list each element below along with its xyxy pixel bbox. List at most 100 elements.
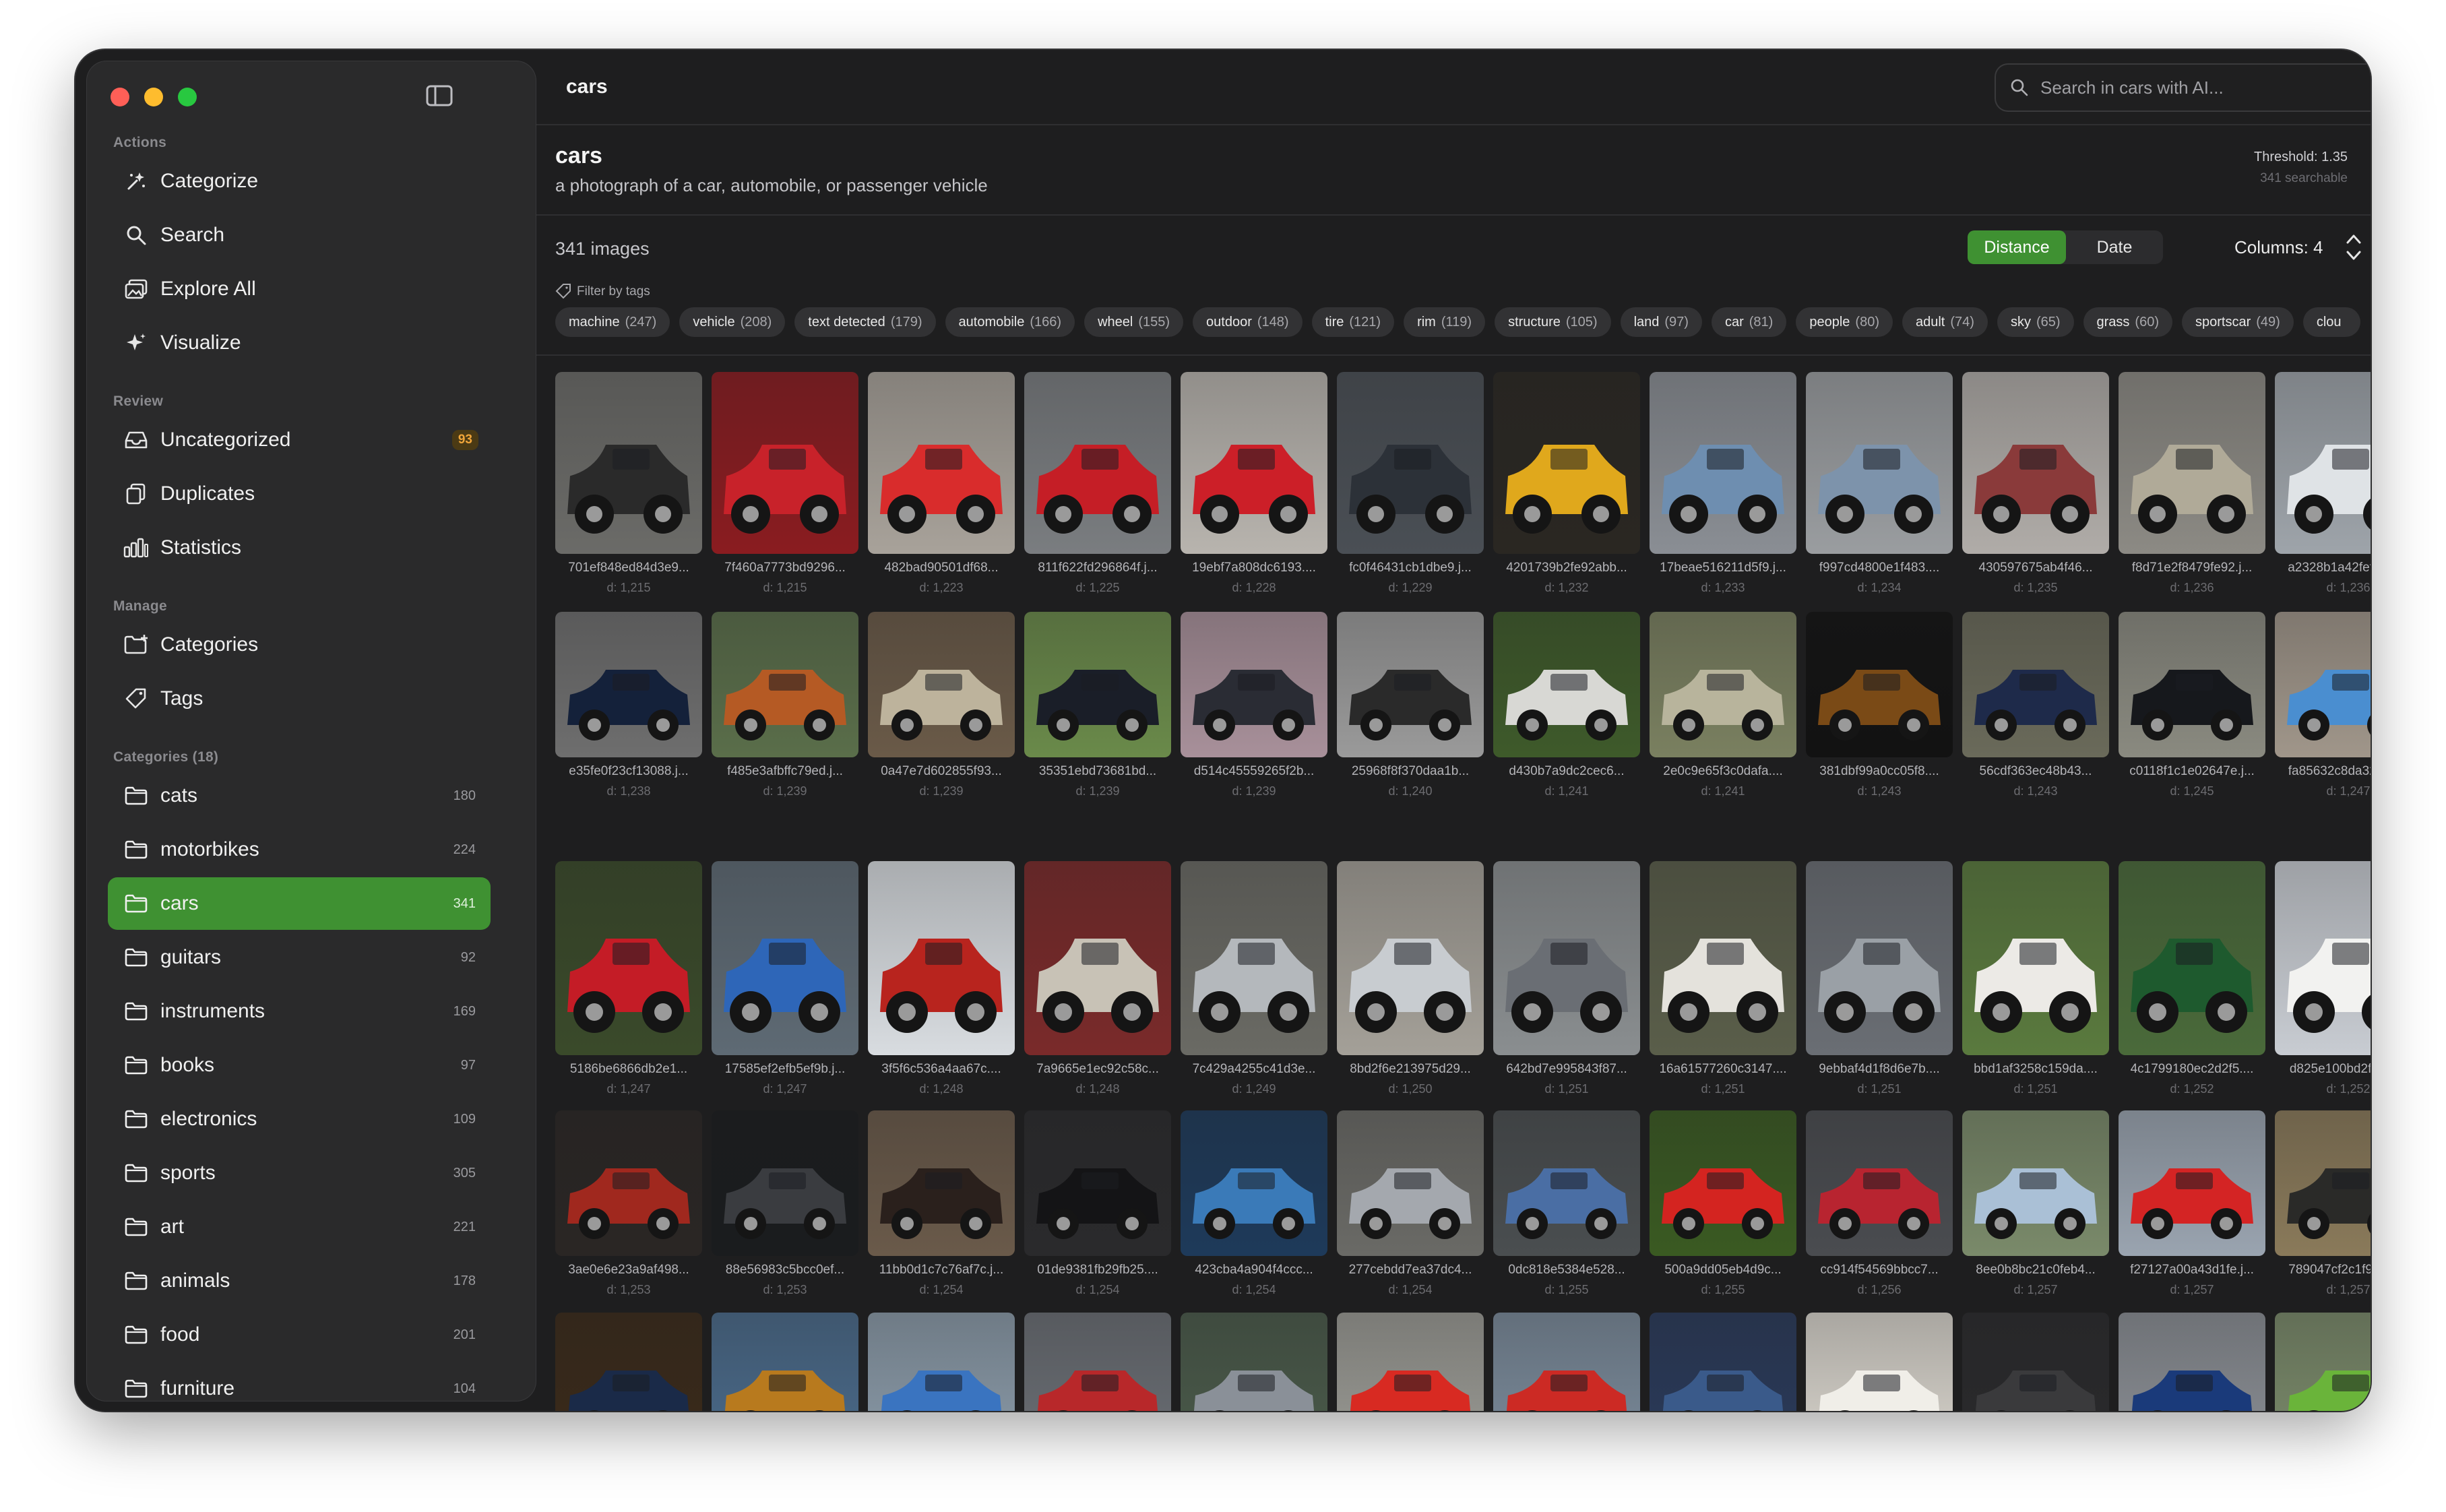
tag-chip[interactable]: people (80) (1796, 307, 1893, 337)
car-thumbnail[interactable] (2275, 861, 2371, 1055)
image-tile[interactable] (1181, 1313, 1327, 1411)
image-tile[interactable] (555, 1313, 702, 1411)
tag-chip[interactable]: sky (65) (1997, 307, 2074, 337)
sidebar-item-category-guitars[interactable]: guitars 92 (108, 931, 491, 984)
sidebar-item-uncategorized[interactable]: Uncategorized 93 (108, 414, 491, 466)
sidebar-item-category-animals[interactable]: animals 178 (108, 1255, 491, 1307)
car-thumbnail[interactable] (712, 372, 858, 554)
tag-chip[interactable]: adult (74) (1902, 307, 1988, 337)
sidebar-item-categories[interactable]: Categories (108, 619, 491, 671)
image-tile[interactable]: bbd1af3258c159da.... d: 1,251 (1962, 861, 2109, 1096)
image-tile[interactable]: 19ebf7a808dc6193.... d: 1,228 (1181, 372, 1327, 595)
car-thumbnail[interactable] (1962, 372, 2109, 554)
car-thumbnail[interactable] (1650, 1110, 1796, 1256)
image-tile[interactable]: 17beae516211d5f9.j... d: 1,233 (1650, 372, 1796, 595)
car-thumbnail[interactable] (1181, 612, 1327, 757)
car-thumbnail[interactable] (1337, 372, 1484, 554)
image-tile[interactable]: a2328b1a42fef6da.... d: 1,236 (2275, 372, 2371, 595)
car-thumbnail[interactable] (1806, 861, 1953, 1055)
image-tile[interactable]: f8d71e2f8479fe92.j... d: 1,236 (2119, 372, 2265, 595)
car-thumbnail[interactable] (712, 612, 858, 757)
car-thumbnail[interactable] (1493, 861, 1640, 1055)
car-thumbnail[interactable] (712, 1110, 858, 1256)
car-thumbnail[interactable] (1337, 612, 1484, 757)
tag-chip[interactable]: tire (121) (1311, 307, 1395, 337)
car-thumbnail[interactable] (1337, 1313, 1484, 1411)
image-tile[interactable]: 9ebbaf4d1f8d6e7b.... d: 1,251 (1806, 861, 1953, 1096)
tag-chip[interactable]: vehicle (208) (679, 307, 786, 337)
image-tile[interactable]: 811f622fd296864f.j... d: 1,225 (1024, 372, 1171, 595)
sort-date-button[interactable]: Date (2066, 230, 2163, 264)
car-thumbnail[interactable] (2275, 1110, 2371, 1256)
image-tile[interactable]: 381dbf99a0cc05f8.... d: 1,243 (1806, 612, 1953, 798)
image-tile[interactable]: 7f460a7773bd9296... d: 1,215 (712, 372, 858, 595)
image-tile[interactable]: c0118f1c1e02647e.j... d: 1,245 (2119, 612, 2265, 798)
image-tile[interactable]: 0a47e7d602855f93... d: 1,239 (868, 612, 1015, 798)
sidebar-toggle-icon[interactable] (426, 85, 453, 106)
car-thumbnail[interactable] (712, 1313, 858, 1411)
car-thumbnail[interactable] (1493, 1313, 1640, 1411)
car-thumbnail[interactable] (2119, 861, 2265, 1055)
car-thumbnail[interactable] (2119, 612, 2265, 757)
sidebar-item-statistics[interactable]: Statistics (108, 522, 491, 574)
sort-distance-button[interactable]: Distance (1968, 230, 2066, 264)
image-tile[interactable]: 2e0c9e65f3c0dafa.... d: 1,241 (1650, 612, 1796, 798)
car-thumbnail[interactable] (1337, 1110, 1484, 1256)
image-tile[interactable]: 3f5f6c536a4aa67c.... d: 1,248 (868, 861, 1015, 1096)
car-thumbnail[interactable] (555, 1313, 702, 1411)
image-tile[interactable]: f27127a00a43d1fe.j... d: 1,257 (2119, 1110, 2265, 1297)
image-tile[interactable]: 701ef848ed84d3e9... d: 1,215 (555, 372, 702, 595)
car-thumbnail[interactable] (2119, 372, 2265, 554)
sidebar-item-category-art[interactable]: art 221 (108, 1201, 491, 1253)
car-thumbnail[interactable] (868, 861, 1015, 1055)
car-thumbnail[interactable] (555, 1110, 702, 1256)
image-tile[interactable]: 0dc818e5384e528... d: 1,255 (1493, 1110, 1640, 1297)
image-tile[interactable] (1650, 1313, 1796, 1411)
sidebar-item-visualize[interactable]: Visualize (108, 317, 491, 369)
sidebar-item-explore-all[interactable]: Explore All (108, 263, 491, 315)
sidebar-item-category-food[interactable]: food 201 (108, 1309, 491, 1361)
image-tile[interactable]: 7a9665e1ec92c58c... d: 1,248 (1024, 861, 1171, 1096)
car-thumbnail[interactable] (1024, 612, 1171, 757)
car-thumbnail[interactable] (868, 1110, 1015, 1256)
image-tile[interactable]: 277cebdd7ea37dc4... d: 1,254 (1337, 1110, 1484, 1297)
car-thumbnail[interactable] (1650, 1313, 1796, 1411)
car-thumbnail[interactable] (555, 612, 702, 757)
car-thumbnail[interactable] (1024, 372, 1171, 554)
car-thumbnail[interactable] (712, 861, 858, 1055)
image-tile[interactable]: d514c45559265f2b... d: 1,239 (1181, 612, 1327, 798)
image-tile[interactable]: 35351ebd73681bd... d: 1,239 (1024, 612, 1171, 798)
image-tile[interactable]: 7c429a4255c41d3e... d: 1,249 (1181, 861, 1327, 1096)
tag-chip[interactable]: sportscar (49) (2182, 307, 2294, 337)
tag-chip[interactable]: wheel (155) (1084, 307, 1184, 337)
car-thumbnail[interactable] (1650, 861, 1796, 1055)
sidebar-item-category-cats[interactable]: cats 180 (108, 769, 491, 822)
image-tile[interactable]: d430b7a9dc2cec6... d: 1,241 (1493, 612, 1640, 798)
car-thumbnail[interactable] (1181, 861, 1327, 1055)
car-thumbnail[interactable] (2275, 372, 2371, 554)
image-tile[interactable]: 4201739b2fe92abb... d: 1,232 (1493, 372, 1640, 595)
tag-chip[interactable]: outdoor (148) (1193, 307, 1303, 337)
image-tile[interactable]: 17585ef2efb5ef9b.j... d: 1,247 (712, 861, 858, 1096)
car-thumbnail[interactable] (1806, 372, 1953, 554)
tag-chip[interactable]: rim (119) (1404, 307, 1486, 337)
image-tile[interactable]: 01de9381fb29fb25.... d: 1,254 (1024, 1110, 1171, 1297)
car-thumbnail[interactable] (1493, 612, 1640, 757)
tag-chip[interactable]: text detected (179) (794, 307, 936, 337)
sidebar-item-category-sports[interactable]: sports 305 (108, 1147, 491, 1199)
tag-chip[interactable]: structure (105) (1495, 307, 1611, 337)
image-tile[interactable]: fa85632c8da32b24... d: 1,247 (2275, 612, 2371, 798)
image-tile[interactable]: cc914f54569bbcc7... d: 1,256 (1806, 1110, 1953, 1297)
car-thumbnail[interactable] (868, 372, 1015, 554)
image-tile[interactable]: 642bd7e995843f87... d: 1,251 (1493, 861, 1640, 1096)
tag-chip[interactable]: clou (2302, 307, 2360, 337)
image-tile[interactable]: 8bd2f6e213975d29... d: 1,250 (1337, 861, 1484, 1096)
sidebar-item-category-instruments[interactable]: instruments 169 (108, 985, 491, 1038)
image-tile[interactable]: 11bb0d1c7c76af7c.j... d: 1,254 (868, 1110, 1015, 1297)
sidebar-item-category-motorbikes[interactable]: motorbikes 224 (108, 823, 491, 876)
sidebar-item-duplicates[interactable]: Duplicates (108, 468, 491, 520)
tag-chip[interactable]: grass (60) (2083, 307, 2172, 337)
close-window-button[interactable] (111, 88, 129, 106)
image-tile[interactable]: 4c1799180ec2d2f5.... d: 1,252 (2119, 861, 2265, 1096)
minimize-window-button[interactable] (144, 88, 163, 106)
